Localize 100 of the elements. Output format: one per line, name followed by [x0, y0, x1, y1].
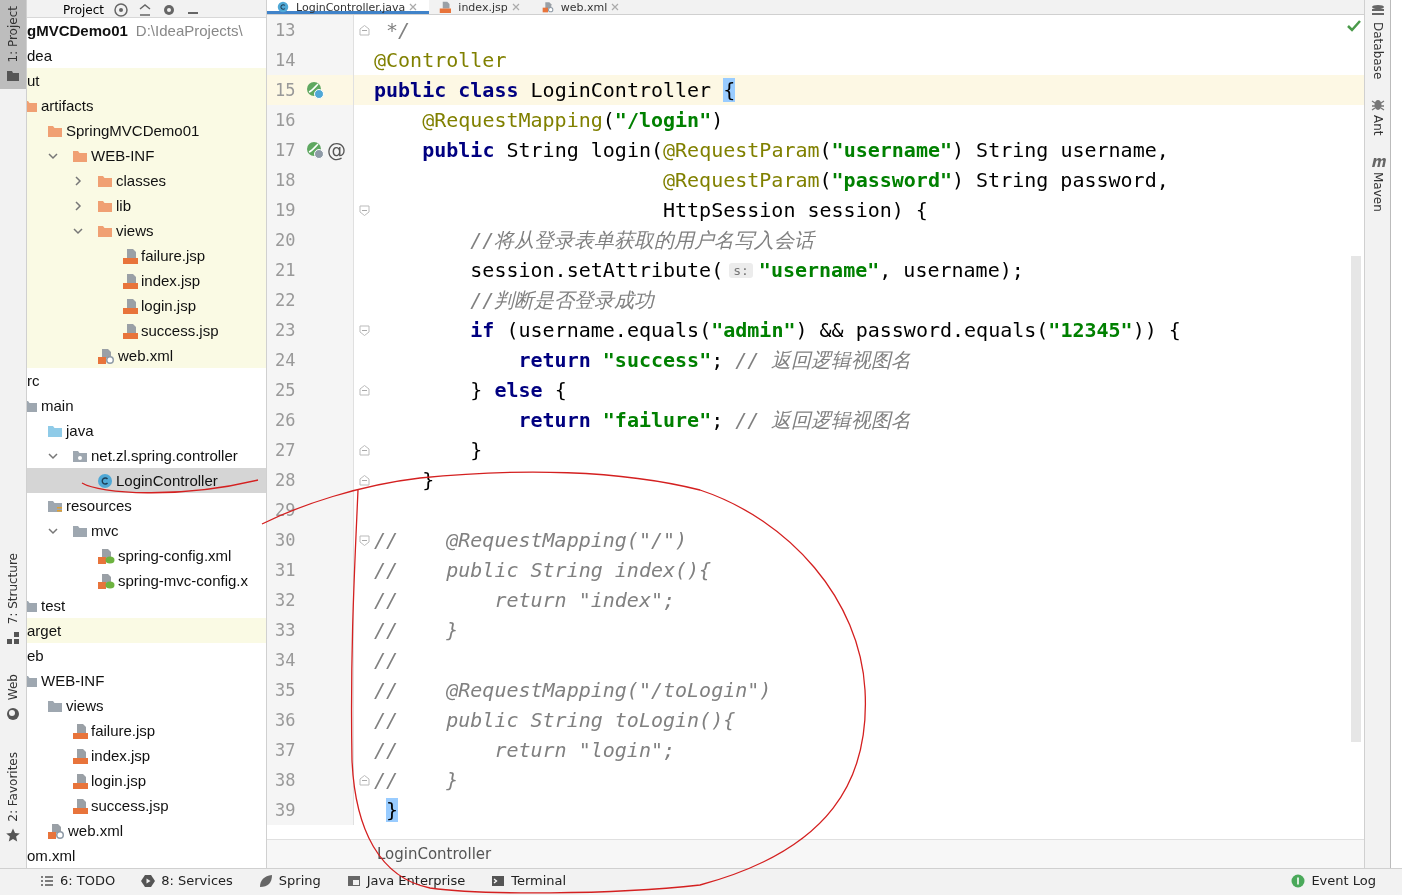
line-number: 35 — [274, 680, 297, 700]
tool-window-tab[interactable]: Spring — [258, 873, 321, 888]
leaf-icon — [258, 873, 273, 888]
scrollbar-thumb[interactable] — [1351, 256, 1361, 742]
folder-icon — [6, 68, 20, 83]
chevron-icon[interactable] — [72, 174, 84, 187]
jsp-file-icon — [122, 322, 138, 339]
project-path: D:\IdeaProjects\ — [135, 22, 243, 39]
tree-item[interactable]: failure.jsp — [91, 722, 156, 739]
tree-item[interactable]: spring-config.xml — [118, 547, 232, 564]
close-icon[interactable] — [511, 3, 520, 11]
code-token: { — [554, 378, 567, 402]
tree-item[interactable]: classes — [116, 172, 167, 189]
chevron-icon[interactable] — [72, 199, 84, 212]
target-icon[interactable] — [114, 3, 129, 17]
tree-item[interactable]: rc — [27, 372, 40, 389]
tree-item[interactable]: gMVCDemo01 — [27, 22, 128, 39]
code-token: // return "login"; — [374, 738, 676, 762]
breadcrumb[interactable]: LoginController — [377, 845, 492, 864]
tree-item[interactable]: WEB-INF — [41, 672, 105, 689]
tree-item[interactable]: test — [41, 597, 66, 614]
fold-marker-icon[interactable] — [358, 24, 370, 36]
tree-item[interactable]: login.jsp — [141, 297, 197, 314]
tree-item[interactable]: net.zl.spring.controller — [91, 447, 238, 464]
jsp-file-icon — [72, 722, 88, 739]
tree-item[interactable]: om.xml — [27, 847, 76, 864]
structure-icon — [6, 630, 20, 645]
tool-window-tab[interactable]: 6: TODO — [40, 873, 116, 888]
close-icon[interactable] — [409, 3, 418, 11]
tool-window-tab[interactable]: Ant — [1370, 93, 1385, 150]
tree-item[interactable]: success.jsp — [91, 797, 169, 814]
bean-icon[interactable] — [305, 140, 325, 160]
gutter-mark[interactable]: @ — [327, 139, 346, 161]
tool-window-tab[interactable]: Maven — [1369, 149, 1386, 226]
close-icon[interactable] — [611, 3, 620, 11]
code-token: if — [470, 318, 495, 342]
code-token: else — [494, 378, 543, 402]
fold-marker-icon[interactable] — [358, 384, 370, 396]
editor-tab[interactable]: web.xml — [531, 0, 632, 14]
tree-item[interactable]: main — [41, 397, 74, 414]
settings-icon[interactable] — [162, 3, 177, 17]
line-number: 36 — [274, 710, 297, 730]
tool-window-tab[interactable]: Database — [1370, 0, 1385, 94]
tree-item[interactable]: mvc — [91, 522, 119, 539]
line-number: 39 — [274, 800, 297, 820]
code-token: @RequestParam — [663, 138, 820, 162]
tree-item[interactable]: failure.jsp — [141, 247, 206, 264]
tool-window-tab[interactable]: Event Log — [1291, 873, 1376, 888]
xml-file-icon — [97, 347, 115, 364]
tree-item[interactable]: eb — [27, 647, 44, 664]
tool-window-tab[interactable]: Terminal — [491, 873, 567, 888]
fold-marker-icon[interactable] — [358, 324, 370, 336]
tree-item[interactable]: lib — [116, 197, 131, 214]
jsp-file-icon — [122, 272, 138, 289]
fold-marker-icon[interactable] — [358, 474, 370, 486]
code-token: HttpSession session) { — [663, 198, 928, 222]
code-token: return — [518, 408, 591, 432]
tree-item[interactable]: login.jsp — [91, 772, 147, 789]
tree-item[interactable]: dea — [27, 47, 53, 64]
check-icon — [1346, 19, 1362, 33]
tree-item[interactable]: arget — [27, 622, 62, 639]
tool-window-tab[interactable]: 2: Favorites — [0, 746, 26, 849]
tree-item[interactable]: artifacts — [41, 97, 94, 114]
xml-file-icon — [47, 822, 65, 839]
tree-item[interactable]: views — [66, 697, 104, 714]
fold-marker-icon[interactable] — [358, 444, 370, 456]
tree-item[interactable]: views — [116, 222, 154, 239]
tree-item[interactable]: web.xml — [68, 822, 123, 839]
fold-marker-icon[interactable] — [358, 534, 370, 546]
tree-item[interactable]: ut — [27, 72, 40, 89]
tool-window-tab[interactable]: 7: Structure — [0, 547, 26, 651]
tool-window-tab[interactable]: 8: Services — [141, 873, 233, 888]
bug-icon — [1370, 97, 1385, 112]
collapse-icon[interactable] — [138, 3, 153, 17]
tool-window-tab[interactable]: Web — [0, 668, 26, 727]
line-number: 27 — [274, 440, 297, 460]
tree-item[interactable]: index.jsp — [91, 747, 151, 764]
fold-marker-icon[interactable] — [358, 204, 370, 216]
tree-item[interactable]: resources — [66, 497, 132, 514]
editor-tab[interactable]: LoginController.java — [267, 0, 430, 14]
tree-item[interactable]: WEB-INF — [91, 147, 155, 164]
code-token: ) — [711, 108, 724, 132]
code-token: )) { — [1132, 318, 1181, 342]
jsp-file-icon — [122, 297, 138, 314]
tool-window-tab[interactable]: 1: Project — [0, 0, 26, 89]
tree-item[interactable]: web.xml — [118, 347, 173, 364]
fold-marker-icon[interactable] — [358, 774, 370, 786]
code-token: "success" — [602, 348, 712, 372]
code-token: // 返回逻辑视图名 — [735, 406, 912, 434]
code-token: "admin" — [711, 318, 796, 342]
tree-item[interactable]: index.jsp — [141, 272, 201, 289]
code-token: // 返回逻辑视图名 — [735, 346, 912, 374]
bean-icon[interactable] — [305, 80, 325, 100]
editor-tab[interactable]: index.jsp — [429, 0, 532, 14]
code-token: "/login" — [614, 108, 712, 132]
tree-item[interactable]: java — [66, 422, 94, 439]
panel-title[interactable]: Project — [63, 3, 105, 17]
database-icon — [1370, 4, 1385, 18]
tree-item[interactable]: spring-mvc-config.x — [118, 572, 249, 589]
xml-file-icon — [97, 547, 115, 564]
